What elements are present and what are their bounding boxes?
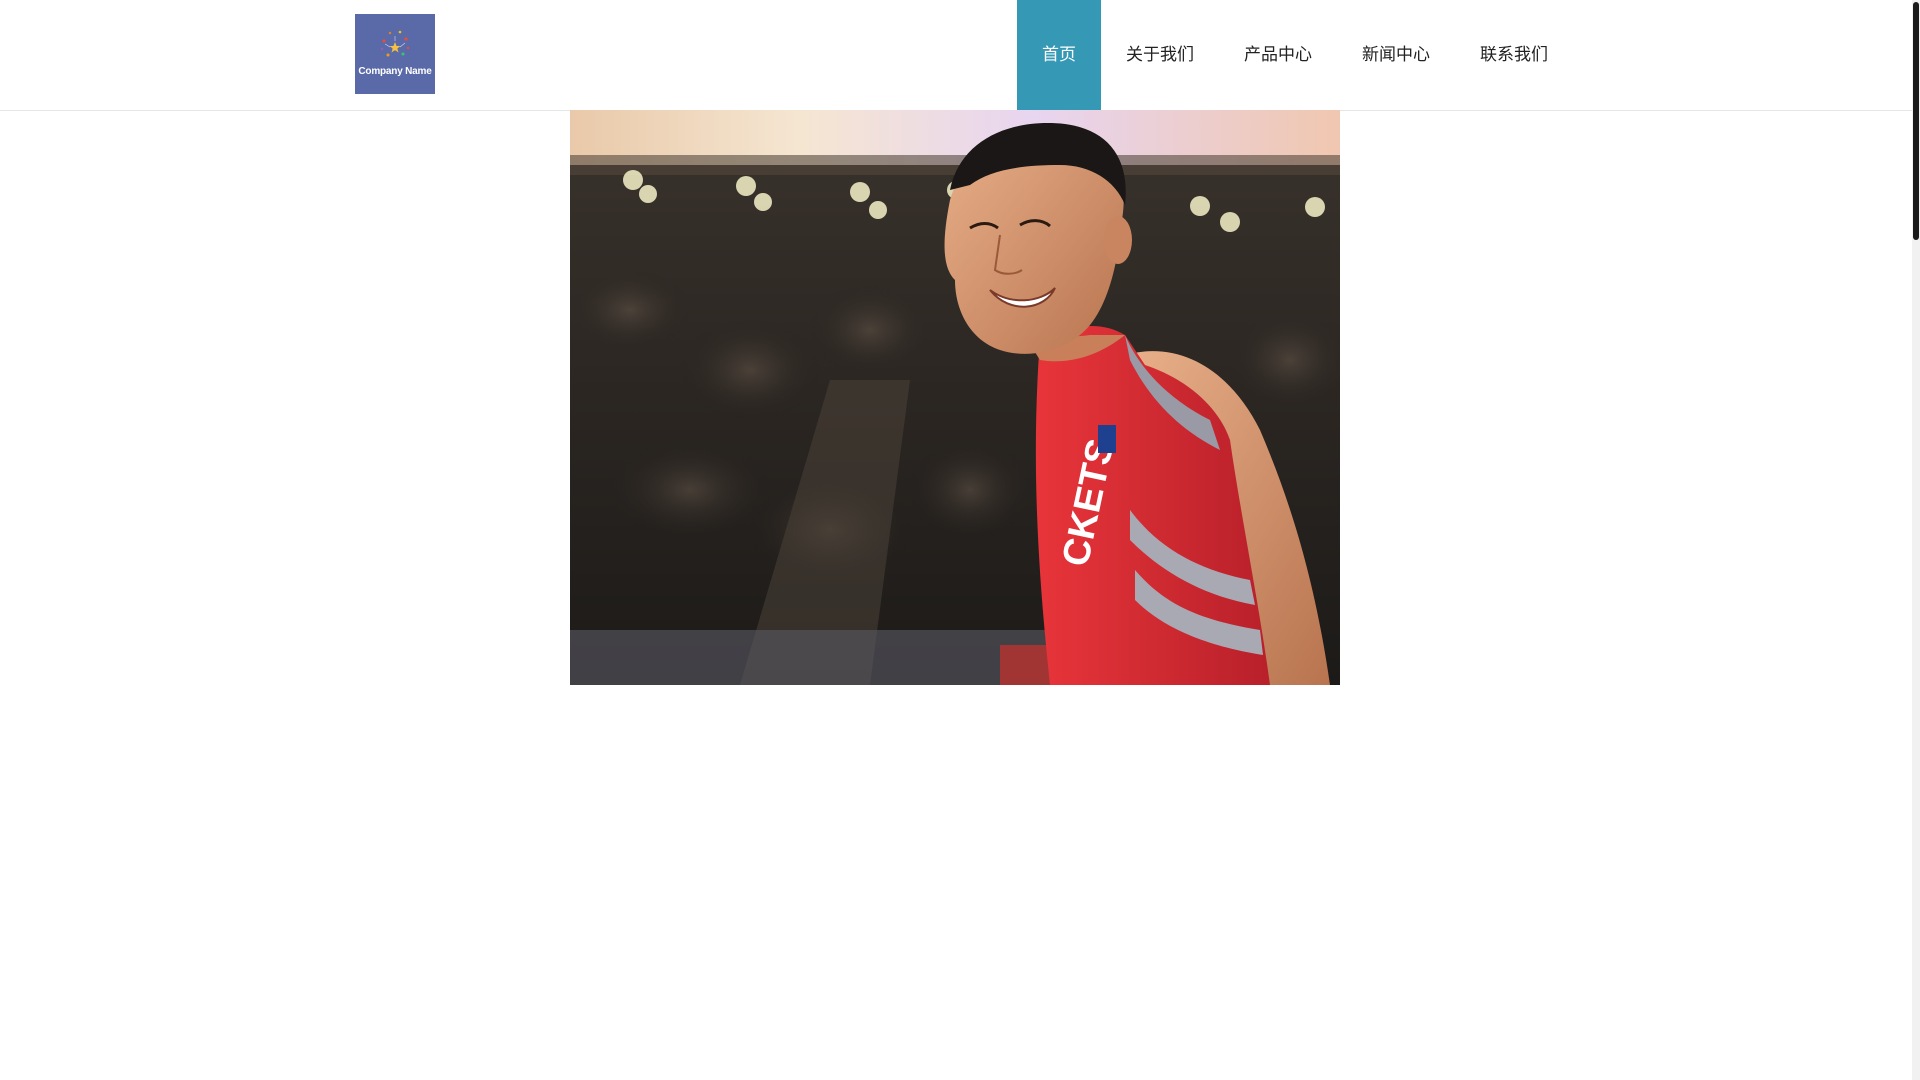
nav-item-about[interactable]: 关于我们 xyxy=(1101,0,1219,110)
nav-item-products[interactable]: 产品中心 xyxy=(1219,0,1337,110)
nav-item-home[interactable]: 首页 xyxy=(1017,0,1101,110)
page-scrollbar[interactable] xyxy=(1912,0,1920,1080)
nav-item-news[interactable]: 新闻中心 xyxy=(1337,0,1455,110)
scrollbar-thumb[interactable] xyxy=(1913,2,1919,240)
logo-text: Company Name xyxy=(358,66,432,77)
hero-image: CKETS xyxy=(570,110,1340,685)
logo-stars-icon xyxy=(380,30,410,57)
basketball-player-photo: CKETS xyxy=(570,110,1340,685)
site-header: Company Name 首页 关于我们 产品中心 新闻中心 联系我们 xyxy=(0,0,1912,111)
main-nav: 首页 关于我们 产品中心 新闻中心 联系我们 xyxy=(1017,0,1573,110)
company-logo[interactable]: Company Name xyxy=(355,14,435,94)
nav-item-contact[interactable]: 联系我们 xyxy=(1455,0,1573,110)
